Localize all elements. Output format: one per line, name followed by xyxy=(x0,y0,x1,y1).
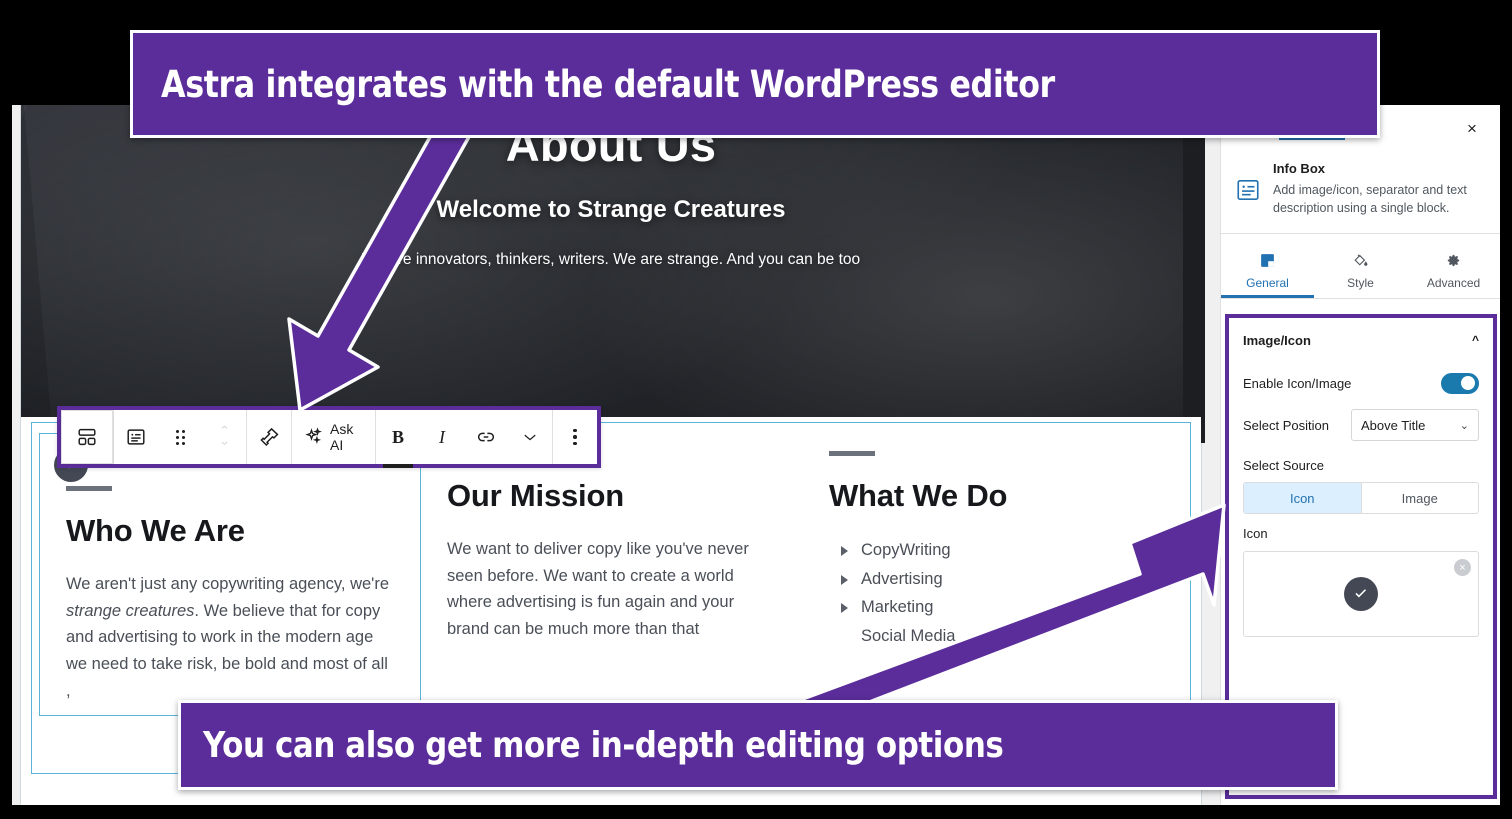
toolbar-group-block-tools xyxy=(113,410,246,464)
block-info: Info Box Add image/icon, separator and t… xyxy=(1221,153,1500,235)
check-circle-icon xyxy=(1344,577,1378,611)
annotation-banner-bottom-text: You can also get more in-depth editing o… xyxy=(203,724,1004,766)
sparkles-icon xyxy=(304,426,324,449)
card-body: We aren't just any copywriting agency, w… xyxy=(66,571,394,705)
move-stepper-button[interactable] xyxy=(202,410,246,464)
list-item: Social Media xyxy=(861,626,956,645)
select-source-segmented: Icon Image xyxy=(1243,482,1479,514)
hero-section: About Us Welcome to Strange Creatures We… xyxy=(21,105,1201,417)
block-type-switcher-button[interactable] xyxy=(61,410,113,464)
info-box-row: Who We Are We aren't just any copywritin… xyxy=(39,433,1187,716)
tab-general[interactable]: General xyxy=(1221,246,1314,298)
list-item: Marketing xyxy=(829,593,1159,622)
block-toolbar-highlight: Ask AI B I xyxy=(57,406,601,468)
more-formatting-button[interactable] xyxy=(508,410,552,464)
tab-style[interactable]: Style xyxy=(1314,246,1407,298)
gear-icon xyxy=(1445,252,1462,272)
toolbar-group-ai: Ask AI xyxy=(291,410,375,464)
annotation-banner-bottom: You can also get more in-depth editing o… xyxy=(178,700,1338,790)
select-position-label: Select Position xyxy=(1243,417,1329,433)
panel-title: Image/Icon xyxy=(1243,332,1311,348)
close-icon[interactable]: × xyxy=(1458,115,1486,143)
list-item: Advertising xyxy=(829,565,1159,594)
hero-subtitle: Welcome to Strange Creatures xyxy=(436,195,786,223)
panel-header-image-icon[interactable]: Image/Icon ^ xyxy=(1243,318,1479,362)
drag-handle-button[interactable] xyxy=(158,410,202,464)
bold-active-underline xyxy=(383,464,413,468)
italic-button[interactable]: I xyxy=(420,410,464,464)
options-button[interactable] xyxy=(553,410,597,464)
icon-field-label: Icon xyxy=(1243,526,1268,541)
info-box-card-what-we-do[interactable]: What We Do CopyWriting Advertising Marke… xyxy=(803,433,1185,716)
annotation-banner-top-text: Astra integrates with the default WordPr… xyxy=(161,62,1055,106)
clear-icon-button[interactable]: × xyxy=(1454,559,1471,576)
toolbar-group-formatting: B I xyxy=(375,410,552,468)
card-separator xyxy=(829,451,875,456)
link-button[interactable] xyxy=(464,410,508,464)
card-title: Our Mission xyxy=(447,478,624,513)
card-list: CopyWriting Advertising Marketing Social… xyxy=(829,536,1159,650)
italic-icon: I xyxy=(439,426,445,447)
select-position-value: Above Title xyxy=(1361,417,1426,433)
info-box-card-our-mission[interactable]: Our Mission We want to deliver copy like… xyxy=(421,433,803,716)
select-position-row: Select Position Above Title ⌄ xyxy=(1243,404,1479,446)
chevron-up-icon[interactable]: ^ xyxy=(1472,333,1479,347)
info-box-card-who-we-are[interactable]: Who We Are We aren't just any copywritin… xyxy=(39,433,421,716)
card-title: Who We Are xyxy=(66,513,245,548)
card-title: What We Do xyxy=(829,478,1008,513)
annotation-banner-top: Astra integrates with the default WordPr… xyxy=(130,30,1380,138)
tab-advanced-label: Advanced xyxy=(1426,275,1481,290)
chevron-down-icon: ⌄ xyxy=(1459,419,1469,432)
chevron-updown-icon xyxy=(216,425,233,450)
toolbar-group-block-type xyxy=(61,410,113,464)
card-body: We want to deliver copy like you've neve… xyxy=(447,540,749,639)
enable-icon-image-row: Enable Icon/Image xyxy=(1243,362,1479,404)
toggle-knob xyxy=(1461,376,1475,390)
source-option-icon[interactable]: Icon xyxy=(1244,483,1361,513)
block-description: Add image/icon, separator and text descr… xyxy=(1273,183,1467,216)
tab-style-label: Style xyxy=(1347,275,1374,290)
sidebar-tabs: General Style Advanced xyxy=(1221,246,1500,299)
toolbar-group-tool xyxy=(246,410,291,464)
tab-advanced[interactable]: Advanced xyxy=(1407,246,1500,298)
card-body-part1: We aren't just any copywriting agency, w… xyxy=(66,575,390,593)
card-separator xyxy=(66,486,112,491)
screenshot-root: About Us Welcome to Strange Creatures We… xyxy=(0,0,1512,819)
enable-icon-image-toggle[interactable] xyxy=(1441,372,1479,394)
select-source-label: Select Source xyxy=(1243,458,1324,473)
general-square-icon xyxy=(1259,252,1276,272)
source-option-image[interactable]: Image xyxy=(1360,483,1478,513)
info-box-icon xyxy=(1235,177,1261,203)
enable-icon-image-label: Enable Icon/Image xyxy=(1243,375,1352,391)
kebab-menu-icon xyxy=(573,428,577,446)
hero-tagline: We are innovators, thinkers, writers. We… xyxy=(361,250,861,268)
block-title: Info Box xyxy=(1273,161,1325,176)
card-body-italic: strange creatures xyxy=(66,601,195,620)
hammer-tool-button[interactable] xyxy=(247,410,291,464)
icon-preview[interactable]: × xyxy=(1243,551,1479,637)
bold-button[interactable]: B xyxy=(376,410,420,468)
select-position-dropdown[interactable]: Above Title ⌄ xyxy=(1351,409,1479,441)
block-toolbar: Ask AI B I xyxy=(61,410,597,468)
ask-ai-label: Ask AI xyxy=(330,421,354,453)
paint-bucket-icon xyxy=(1352,252,1369,272)
bold-icon: B xyxy=(391,426,404,447)
toolbar-group-options xyxy=(552,410,597,464)
list-item: CopyWriting xyxy=(829,536,1159,565)
info-box-block-button[interactable] xyxy=(114,410,158,464)
tab-general-label: General xyxy=(1246,275,1289,290)
drag-dots-icon xyxy=(175,429,185,445)
ask-ai-button[interactable]: Ask AI xyxy=(292,410,375,464)
